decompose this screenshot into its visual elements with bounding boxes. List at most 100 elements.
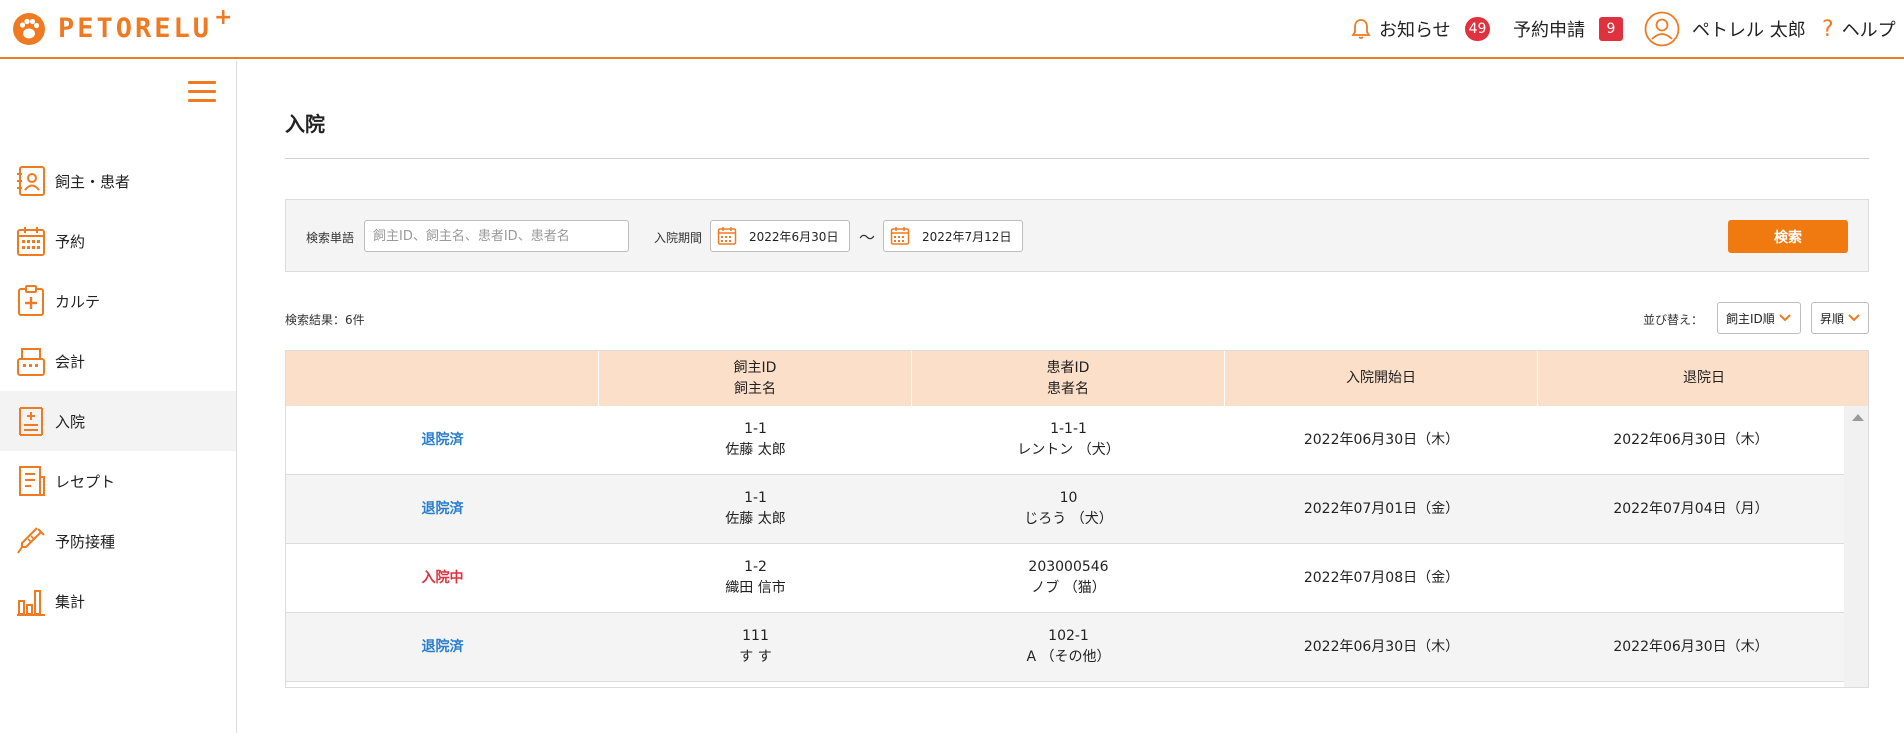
sidebar-item-hospitalization[interactable]: 入院 [0,391,236,451]
sort-field-select[interactable]: 飼主ID順 [1717,302,1801,334]
column-header-patient-name: 患者名 [1047,380,1089,397]
calendar-icon [17,227,45,256]
logo-text: PETORELU [58,13,213,44]
patient-name: A （その他） [1026,649,1111,665]
status-badge: 退院済 [421,431,464,448]
table-header: 飼主ID 飼主名 患者ID 患者名 入院開始日 退院日 [286,351,1868,406]
discharge-date: 2022年06月30日（木） [1613,431,1769,448]
column-header-patient-id: 患者ID [1046,359,1090,376]
column-header-discharge-date[interactable]: 退院日 [1538,351,1868,406]
keyword-label: 検索単語 [306,231,355,245]
table-row[interactable]: 退院済 111 す す 102-1 A （その他） 2022年06月30日（木） 2… [286,613,1844,682]
reservation-requests-label: 予約申請 [1513,20,1585,41]
chevron-down-icon [1848,314,1860,322]
help-label: ヘルプ [1841,20,1896,41]
logo-plus: + [214,4,233,30]
logo[interactable]: PETORELU + [12,5,232,46]
column-header-patient[interactable]: 患者ID 患者名 [912,351,1225,406]
sidebar-item-medical-record[interactable]: カルテ [0,271,236,331]
sort-field-value: 飼主ID順 [1726,311,1775,326]
owner-id: 111 [742,628,769,644]
column-header-admission-date[interactable]: 入院開始日 [1225,351,1538,406]
column-header-label: 退院日 [1683,370,1725,386]
patient-name: ノブ （猫） [1031,580,1106,596]
date-from-value: 2022年6月30日 [749,229,839,244]
sort-label: 並び替え： [1643,313,1704,327]
owner-name: 織田 信市 [725,580,786,596]
calendar-icon [717,227,737,245]
notifications-link[interactable]: お知らせ 49 [1351,12,1491,46]
table-body: 退院済 1-1 佐藤 太郎 1-1-1 レントン （犬） 2022年06月30日（木… [286,406,1844,682]
patient-name: じろう （犬） [1024,511,1113,527]
owner-name: 佐藤 太郎 [725,511,786,527]
sort-order-value: 昇順 [1820,311,1845,326]
scroll-up-arrow-icon[interactable] [1852,414,1864,421]
sidebar-item-label: カルテ [55,292,101,311]
sidebar-item-accounting[interactable]: 会計 [0,331,236,391]
user-avatar-icon [1644,11,1680,47]
owner-name: 佐藤 太郎 [725,442,786,458]
hospitalization-table: 飼主ID 飼主名 患者ID 患者名 入院開始日 退院日 退院済 1-1 佐藤 太郎… [285,350,1869,688]
patient-name: レントン （犬） [1017,442,1120,458]
reservation-requests-link[interactable]: 予約申請 9 [1513,12,1623,46]
sidebar-item-statistics[interactable]: 集計 [0,571,236,631]
hospitalization-icon [19,407,43,436]
owner-id: 1-1 [744,490,767,506]
status-badge: 退院済 [421,638,464,655]
search-button[interactable]: 検索 [1728,220,1848,253]
date-to-field[interactable]: 2022年7月12日 [883,220,1023,252]
status-badge: 入院中 [421,569,464,586]
admission-date: 2022年06月30日（木） [1303,638,1460,655]
page-title: 入院 [285,112,325,136]
sidebar-item-label: 予約 [55,232,86,251]
calendar-icon [890,227,910,245]
sidebar-item-owner-patient[interactable]: 飼主・患者 [0,151,236,211]
syringe-icon [17,527,45,554]
question-mark-icon: ? [1822,16,1834,42]
column-header-owner-name: 飼主名 [734,380,776,397]
reservation-requests-badge: 9 [1599,17,1623,41]
sidebar-item-label: 入院 [55,412,86,431]
sidebar-item-label: 飼主・患者 [55,172,131,191]
keyword-input[interactable] [364,220,629,252]
register-icon [17,348,45,376]
sidebar-item-label: レセプト [55,472,116,491]
discharge-date: 2022年07月04日（月） [1613,500,1769,517]
column-header-status [286,351,599,406]
sort-order-select[interactable]: 昇順 [1811,302,1869,334]
table-row[interactable]: 退院済 1-1 佐藤 太郎 1-1-1 レントン （犬） 2022年06月30日（木… [286,406,1844,475]
sidebar-item-receipt[interactable]: レセプト [0,451,236,511]
result-count: 検索結果：6件 [285,313,365,327]
owner-name: す す [739,649,772,665]
table-scrollbar[interactable] [1844,406,1868,687]
patient-id: 102-1 [1048,628,1089,644]
chevron-down-icon [1779,314,1791,322]
patient-id: 203000546 [1028,559,1109,575]
sidebar-item-reservation[interactable]: 予約 [0,211,236,271]
column-header-owner[interactable]: 飼主ID 飼主名 [599,351,912,406]
period-label: 入院期間 [654,231,703,245]
medical-chart-icon [18,285,44,316]
date-from-field[interactable]: 2022年6月30日 [710,220,850,252]
table-row[interactable]: 退院済 1-1 佐藤 太郎 10 じろう （犬） 2022年07月01日（金） 20… [286,475,1844,544]
discharge-date: 2022年06月30日（木） [1613,638,1769,655]
user-menu[interactable]: ペトレル 太郎 [1644,10,1806,48]
receipt-icon [19,466,45,496]
bell-icon [1351,19,1371,39]
admission-date: 2022年07月08日（金） [1303,569,1460,586]
sidebar-item-vaccination[interactable]: 予防接種 [0,511,236,571]
sidebar-item-label: 集計 [55,592,86,611]
bar-chart-icon [17,590,45,616]
sidebar: 飼主・患者 予約 カルテ 会計 入院 レセプト 予防接種 集計 [0,61,237,733]
sidebar-item-label: 予防接種 [55,532,116,551]
admission-date: 2022年07月01日（金） [1303,500,1460,517]
table-row[interactable]: 入院中 1-2 織田 信市 203000546 ノブ （猫） 2022年07月08日… [286,544,1844,613]
help-link[interactable]: ? ヘルプ [1822,12,1896,46]
owner-patient-icon [17,166,45,196]
owner-id: 1-1 [744,421,767,437]
date-to-value: 2022年7月12日 [922,229,1012,244]
column-header-owner-id: 飼主ID [733,359,777,376]
paw-icon [13,13,45,45]
menu-toggle-icon[interactable] [188,81,216,103]
sidebar-item-label: 会計 [55,352,86,371]
